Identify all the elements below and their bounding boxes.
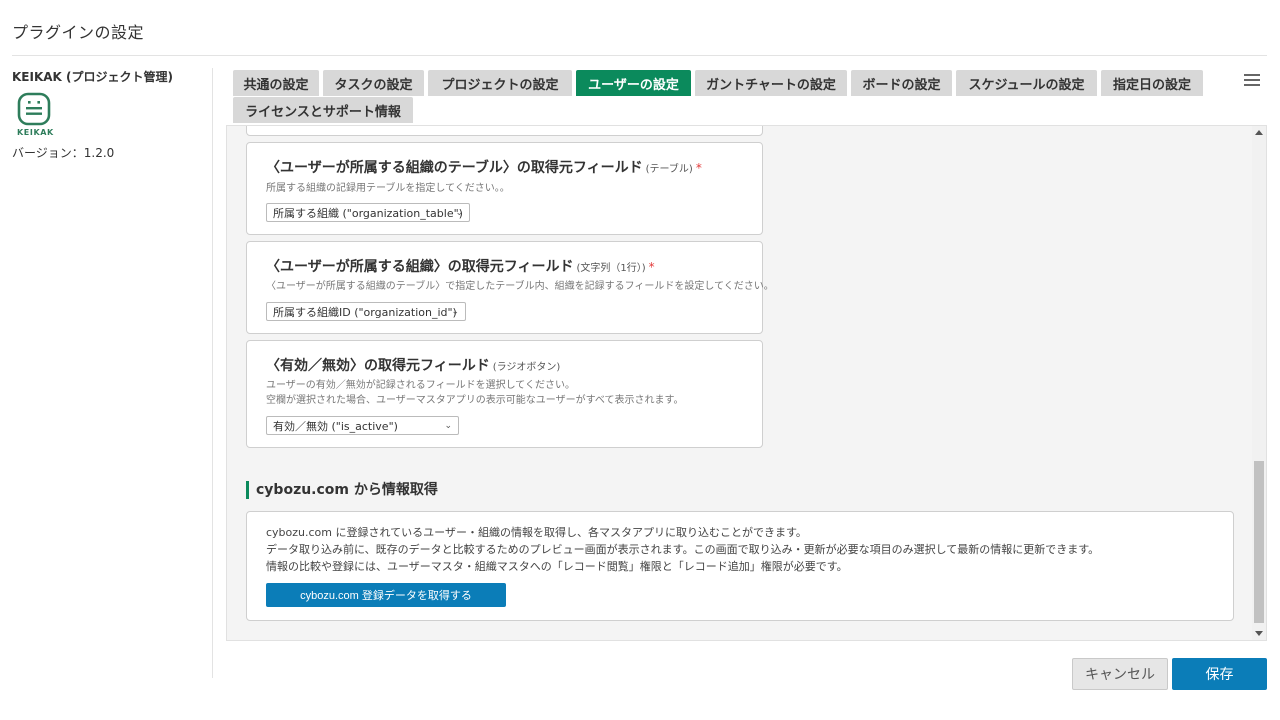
organization-id-select[interactable]: 所属する組織ID ("organization_id") ⌄: [266, 302, 466, 321]
field-description: ユーザーの有効／無効が記録されるフィールドを選択してください。: [266, 380, 575, 391]
fetch-cybozu-data-button[interactable]: cybozu.com 登録データを取得する: [266, 583, 506, 607]
scroll-thumb[interactable]: [1254, 461, 1264, 623]
required-mark: *: [648, 260, 655, 274]
tab-schedule[interactable]: スケジュールの設定: [956, 70, 1097, 96]
cancel-button[interactable]: キャンセル: [1072, 658, 1168, 690]
chevron-down-icon: ⌄: [455, 208, 463, 218]
cybozu-import-card: cybozu.com に登録されているユーザー・組織の情報を取得し、各マスタアプ…: [246, 511, 1234, 621]
select-value: 所属する組織 ("organization_table"): [273, 206, 463, 220]
save-button[interactable]: 保存: [1172, 658, 1267, 690]
select-value: 有効／無効 ("is_active"): [273, 419, 398, 433]
tab-task[interactable]: タスクの設定: [323, 70, 424, 96]
cybozu-description-line: cybozu.com に登録されているユーザー・組織の情報を取得し、各マスタアプ…: [266, 526, 807, 539]
chevron-down-icon: ⌄: [444, 421, 452, 431]
tab-board[interactable]: ボードの設定: [851, 70, 952, 96]
field-card-active: 〈有効／無効〉の取得元フィールド (ラジオボタン) ユーザーの有効／無効が記録され…: [246, 340, 763, 448]
settings-panel: 〈ユーザーが所属する組織のテーブル〉の取得元フィールド (テーブル) * 所属する組…: [226, 125, 1267, 641]
field-title: 〈ユーザーが所属する組織のテーブル〉の取得元フィールド (テーブル) *: [266, 157, 702, 177]
select-value: 所属する組織ID ("organization_id"): [273, 305, 457, 319]
field-description: 〈ユーザーが所属する組織のテーブル〉で指定したテーブル内、組織を記録するフィール…: [266, 281, 774, 292]
tab-license-support[interactable]: ライセンスとサポート情報: [233, 97, 413, 123]
panel-scrollbar[interactable]: [1252, 126, 1266, 640]
tab-user[interactable]: ユーザーの設定: [576, 70, 691, 96]
field-description: 空欄が選択された場合、ユーザーマスタアプリの表示可能なユーザーがすべて表示されま…: [266, 395, 684, 406]
sidebar-divider: [212, 68, 213, 678]
scroll-up-arrow-icon[interactable]: [1255, 130, 1263, 135]
field-title-text: 〈有効／無効〉の取得元フィールド: [266, 358, 490, 374]
sidebar: KEIKAK (プロジェクト管理) KEIKAK バージョン：1.2.0: [12, 68, 202, 160]
chevron-down-icon: ⌄: [451, 307, 459, 317]
field-description: 所属する組織の記録用テーブルを指定してください。。: [266, 183, 510, 194]
field-title-text: 〈ユーザーが所属する組織〉の取得元フィールド: [266, 259, 574, 275]
field-card-partial: [246, 126, 763, 136]
required-mark: *: [695, 161, 702, 175]
cybozu-section-heading: cybozu.com から情報取得: [246, 481, 438, 499]
page-title: プラグインの設定: [12, 23, 145, 42]
field-title-text: 〈ユーザーが所属する組織のテーブル〉の取得元フィールド: [266, 160, 643, 176]
field-title: 〈ユーザーが所属する組織〉の取得元フィールド (文字列（1行）) *: [266, 256, 655, 276]
hamburger-menu-icon[interactable]: [1244, 74, 1260, 88]
cybozu-description-line: データ取り込み前に、既存のデータと比較するためのプレビュー画面が表示されます。こ…: [266, 543, 1100, 556]
logo-text: KEIKAK: [17, 128, 54, 137]
field-type: (ラジオボタン): [492, 362, 561, 373]
tab-specified-date[interactable]: 指定日の設定: [1101, 70, 1203, 96]
cybozu-description: cybozu.com に登録されているユーザー・組織の情報を取得し、各マスタアプ…: [266, 524, 1099, 575]
plugin-name: KEIKAK (プロジェクト管理): [12, 70, 173, 84]
tab-gantt[interactable]: ガントチャートの設定: [695, 70, 847, 96]
field-type: (文字列（1行）): [576, 263, 646, 274]
field-card-organization: 〈ユーザーが所属する組織〉の取得元フィールド (文字列（1行）) * 〈ユーザーが所…: [246, 241, 774, 334]
organization-table-select[interactable]: 所属する組織 ("organization_table") ⌄: [266, 203, 470, 222]
title-divider: [12, 55, 1267, 56]
version-label: バージョン：1.2.0: [12, 146, 115, 160]
cybozu-description-line: 情報の比較や登録には、ユーザーマスタ・組織マスタへの「レコード閲覧」権限と「レコ…: [266, 560, 848, 573]
field-type: (テーブル): [645, 164, 693, 175]
active-field-select[interactable]: 有効／無効 ("is_active") ⌄: [266, 416, 459, 435]
keikak-logo-icon: [17, 92, 51, 126]
scroll-down-arrow-icon[interactable]: [1255, 631, 1263, 636]
tab-project[interactable]: プロジェクトの設定: [428, 70, 572, 96]
field-card-organization-table: 〈ユーザーが所属する組織のテーブル〉の取得元フィールド (テーブル) * 所属する組…: [246, 142, 763, 235]
tab-common[interactable]: 共通の設定: [233, 70, 319, 96]
field-title: 〈有効／無効〉の取得元フィールド (ラジオボタン): [266, 355, 560, 375]
